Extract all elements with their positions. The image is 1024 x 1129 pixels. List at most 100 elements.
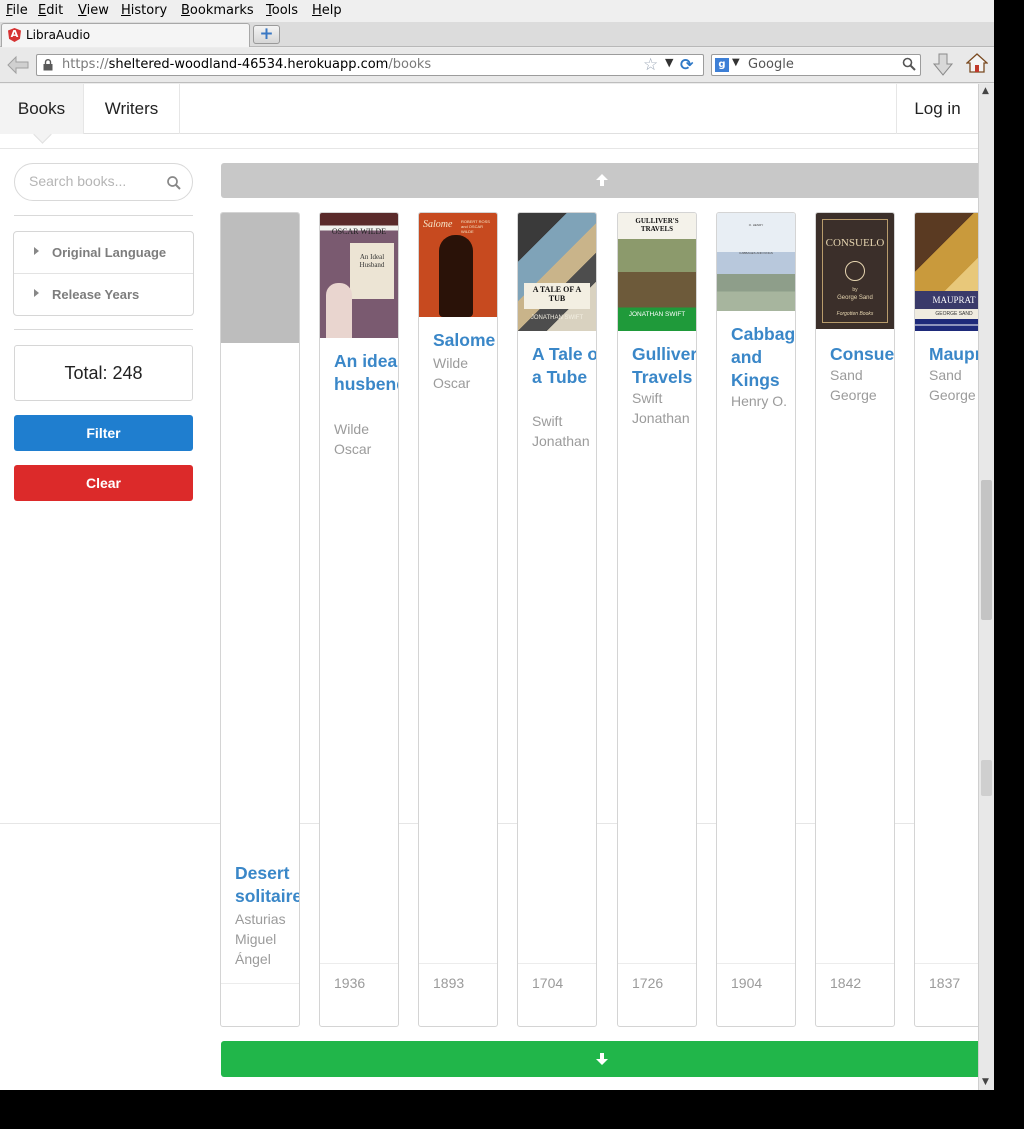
angular-favicon-icon: A bbox=[8, 28, 21, 42]
book-cover: O. HENRY CABBAGES AND KINGS bbox=[717, 213, 795, 311]
filters-accordion: Original Language Release Years bbox=[13, 231, 194, 316]
cover-series: Forgotten Books bbox=[836, 311, 874, 317]
menu-bar: File Edit View History Bookmarks Tools H… bbox=[0, 0, 994, 22]
page-content: Books Writers Log in Original Language R… bbox=[0, 84, 978, 1090]
book-cover: OSCAR WILDE An Ideal Husband bbox=[320, 213, 398, 338]
cover-authors: ROBERT ROSS and OSCAR WILDE bbox=[461, 219, 490, 234]
book-cover: Salome ROBERT ROSS and OSCAR WILDE bbox=[419, 213, 497, 317]
cover-figure bbox=[439, 235, 473, 317]
book-cover: GULLIVER'S TRAVELS JONATHAN SWIFT bbox=[618, 213, 696, 331]
search-icon[interactable] bbox=[902, 57, 916, 71]
menu-edit[interactable]: Edit bbox=[38, 3, 63, 18]
arrow-up-icon bbox=[596, 174, 608, 186]
load-more-button[interactable] bbox=[221, 1041, 978, 1077]
scroll-down-arrow-icon[interactable]: ▼ bbox=[982, 1077, 989, 1087]
scrollbar-thumb[interactable] bbox=[981, 480, 992, 620]
nav-writers[interactable]: Writers bbox=[84, 84, 180, 134]
book-card[interactable]: A TALE OF A TUB JONATHAN SWIFT A Tale of… bbox=[517, 212, 597, 1027]
tab-libraaudio[interactable]: A LibraAudio bbox=[1, 23, 250, 47]
book-card[interactable]: MAUPRAT GEORGE SAND Mauprat Sand George … bbox=[914, 212, 978, 1027]
menu-view[interactable]: View bbox=[78, 3, 109, 18]
nav-books[interactable]: Books bbox=[0, 84, 84, 134]
book-title[interactable]: An ideal husbend bbox=[334, 350, 398, 396]
book-cover: CONSUELO by George Sand Forgotten Books bbox=[816, 213, 894, 329]
book-cover: MAUPRAT GEORGE SAND bbox=[915, 213, 978, 331]
book-author: Henry O. bbox=[731, 393, 788, 409]
lock-icon bbox=[43, 59, 53, 71]
book-cover: A TALE OF A TUB JONATHAN SWIFT bbox=[518, 213, 596, 331]
home-icon[interactable] bbox=[965, 52, 989, 74]
google-engine-icon[interactable]: g bbox=[715, 58, 729, 72]
cover-author: George Sand bbox=[837, 295, 873, 301]
search-icon[interactable] bbox=[166, 175, 182, 191]
book-card[interactable]: Salome ROBERT ROSS and OSCAR WILDE Salom… bbox=[418, 212, 498, 1027]
cover-author: GEORGE SAND bbox=[915, 309, 978, 319]
divider bbox=[14, 215, 193, 216]
book-card[interactable]: OSCAR WILDE An Ideal Husband An ideal hu… bbox=[319, 212, 399, 1027]
book-card[interactable]: GULLIVER'S TRAVELS JONATHAN SWIFT Gulliv… bbox=[617, 212, 697, 1027]
url-dropdown-icon[interactable]: ▼ bbox=[665, 56, 673, 69]
book-author: Wilde Oscar bbox=[334, 421, 372, 457]
back-arrow-icon[interactable] bbox=[6, 55, 30, 75]
cover-by: by bbox=[852, 287, 858, 293]
web-search-bar[interactable]: g ▼ Google bbox=[711, 54, 921, 76]
filter-original-language[interactable]: Original Language bbox=[14, 232, 193, 274]
book-card[interactable]: CONSUELO by George Sand Forgotten Books … bbox=[815, 212, 895, 1027]
clear-button[interactable]: Clear bbox=[14, 465, 193, 501]
cover-band bbox=[915, 319, 978, 331]
divider bbox=[14, 329, 193, 330]
url-bar[interactable]: https://sheltered-woodland-46534.herokua… bbox=[36, 54, 704, 76]
book-title[interactable]: Gulliver`s Travels bbox=[632, 343, 696, 389]
book-search-input[interactable] bbox=[29, 173, 159, 189]
cover-title: An Ideal Husband bbox=[350, 243, 394, 299]
filter-release-years[interactable]: Release Years bbox=[14, 274, 193, 316]
book-year: 1893 bbox=[433, 975, 465, 991]
cover-title: A TALE OF A TUB bbox=[524, 283, 590, 309]
book-author: Wilde Oscar bbox=[433, 355, 471, 391]
login-link[interactable]: Log in bbox=[896, 84, 978, 134]
new-tab-button[interactable]: + bbox=[253, 25, 280, 44]
scroll-up-button[interactable] bbox=[221, 163, 978, 198]
cover-title: MAUPRAT bbox=[915, 291, 978, 309]
vertical-scrollbar[interactable]: ▲ ▼ bbox=[978, 84, 994, 1090]
book-title[interactable]: Mauprat bbox=[929, 343, 978, 366]
book-title[interactable]: Cabbages and Kings bbox=[731, 323, 795, 392]
reload-icon[interactable]: ⟳ bbox=[680, 55, 693, 74]
book-author: Sand George bbox=[929, 367, 976, 403]
scroll-up-arrow-icon[interactable]: ▲ bbox=[982, 86, 989, 96]
cover-author: JONATHAN SWIFT bbox=[628, 311, 686, 318]
cover-author: OSCAR WILDE bbox=[331, 227, 387, 236]
menu-help[interactable]: Help bbox=[312, 3, 342, 18]
book-author: Swift Jonathan bbox=[632, 390, 690, 426]
navigation-toolbar: https://sheltered-woodland-46534.herokua… bbox=[0, 48, 994, 83]
app-navbar: Books Writers Log in bbox=[0, 84, 978, 134]
cover-line1: O. HENRY bbox=[748, 223, 764, 227]
tab-title: LibraAudio bbox=[26, 28, 91, 42]
engine-dropdown-icon[interactable]: ▼ bbox=[732, 57, 740, 68]
scrollbar-marker bbox=[981, 760, 992, 796]
bookmark-star-icon[interactable]: ☆ bbox=[643, 55, 658, 75]
menu-tools[interactable]: Tools bbox=[266, 3, 298, 18]
book-year: 1837 bbox=[929, 975, 961, 991]
book-title[interactable]: A Tale of a Tube bbox=[532, 343, 596, 389]
menu-history[interactable]: History bbox=[121, 3, 167, 18]
browser-window: File Edit View History Bookmarks Tools H… bbox=[0, 0, 994, 1090]
book-card[interactable]: O. HENRY CABBAGES AND KINGS Cabbages and… bbox=[716, 212, 796, 1027]
filter-button[interactable]: Filter bbox=[14, 415, 193, 451]
arrow-down-icon bbox=[596, 1053, 608, 1065]
book-title[interactable]: Salome bbox=[433, 329, 497, 352]
menu-file[interactable]: File bbox=[6, 3, 28, 18]
book-search-field bbox=[14, 163, 193, 201]
book-cover-placeholder bbox=[221, 213, 299, 343]
book-author: Swift Jonathan bbox=[532, 413, 590, 449]
cover-title: CONSUELO bbox=[825, 237, 885, 249]
total-count: Total: 248 bbox=[14, 345, 193, 401]
download-arrow-icon[interactable] bbox=[932, 53, 954, 82]
book-year: 1842 bbox=[830, 975, 862, 991]
filter-label: Original Language bbox=[52, 245, 167, 260]
url-text: https://sheltered-woodland-46534.herokua… bbox=[62, 57, 432, 72]
menu-bookmarks[interactable]: Bookmarks bbox=[181, 3, 254, 18]
book-card[interactable]: Desert solitaire Asturias Miguel Ángel bbox=[220, 212, 300, 1027]
book-title[interactable]: Consuelo bbox=[830, 343, 894, 366]
book-title[interactable]: Desert solitaire bbox=[235, 862, 299, 908]
